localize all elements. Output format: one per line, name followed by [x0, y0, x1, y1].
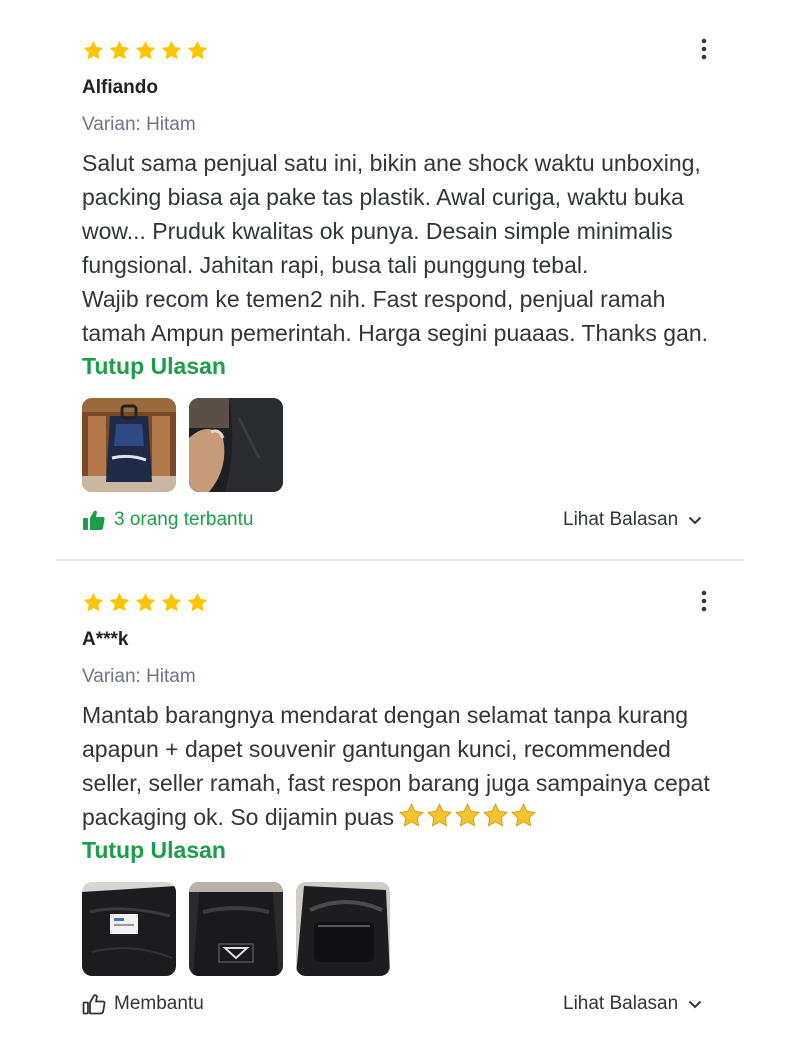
chevron-down-icon	[688, 516, 702, 524]
star-icon	[187, 592, 208, 612]
star-icon	[161, 40, 182, 60]
rating-stars	[82, 591, 209, 614]
thumbs-up-outline-icon	[82, 994, 106, 1015]
star-emoji-icon	[399, 802, 424, 827]
review-photo-image	[189, 882, 283, 976]
review-photo-image	[82, 882, 176, 976]
review-photo[interactable]	[296, 882, 390, 976]
review-divider	[56, 559, 744, 561]
helpful-button[interactable]: 3 orang terbantu	[82, 509, 253, 531]
review-photo[interactable]	[189, 398, 283, 492]
helpful-label: 3 orang terbantu	[114, 509, 254, 530]
review-photos	[82, 882, 390, 976]
helpful-label: Membantu	[114, 993, 204, 1014]
close-review-link[interactable]: Tutup Ulasan	[82, 837, 226, 864]
review-photo[interactable]	[82, 398, 176, 492]
review-text: Salut sama penjual satu ini, bikin ane s…	[82, 150, 709, 346]
review-photo-image	[189, 398, 283, 492]
helpful-button[interactable]: Membantu	[82, 993, 204, 1015]
review-photos	[82, 398, 283, 492]
star-icon	[83, 40, 104, 60]
star-emoji-icon	[427, 802, 452, 827]
more-vertical-icon	[701, 38, 707, 60]
more-options-button[interactable]	[690, 35, 718, 63]
star-emoji-icon	[455, 802, 480, 827]
rating-stars	[82, 39, 209, 62]
star-emoji-icon	[511, 802, 536, 827]
star-icon	[135, 40, 156, 60]
variant-label: Varian: Hitam	[82, 114, 196, 135]
reviewer-name: Alfiando	[82, 77, 158, 98]
view-replies-button[interactable]: Lihat Balasan	[563, 993, 702, 1015]
star-icon	[161, 592, 182, 612]
star-icon	[135, 592, 156, 612]
star-icon	[187, 40, 208, 60]
review-photo[interactable]	[189, 882, 283, 976]
review-photo-image	[296, 882, 390, 976]
review-photo-image	[82, 398, 176, 492]
review-text: Mantab barangnya mendarat dengan selamat…	[82, 698, 732, 834]
more-options-button[interactable]	[690, 587, 718, 615]
view-replies-button[interactable]: Lihat Balasan	[563, 509, 702, 531]
view-replies-label: Lihat Balasan	[563, 993, 679, 1014]
star-icon	[109, 40, 130, 60]
review-photo[interactable]	[82, 882, 176, 976]
view-replies-label: Lihat Balasan	[563, 509, 679, 530]
star-icon	[109, 592, 130, 612]
review-text-content: Mantab barangnya mendarat dengan selamat…	[82, 702, 710, 830]
star-emoji-icon	[483, 802, 508, 827]
more-vertical-icon	[701, 590, 707, 612]
variant-label: Varian: Hitam	[82, 666, 196, 687]
thumbs-up-filled-icon	[83, 510, 105, 530]
star-icon	[83, 592, 104, 612]
chevron-down-icon	[688, 1000, 702, 1008]
close-review-link[interactable]: Tutup Ulasan	[82, 353, 226, 380]
emoji-stars	[398, 802, 537, 829]
reviewer-name: A***k	[82, 629, 129, 650]
